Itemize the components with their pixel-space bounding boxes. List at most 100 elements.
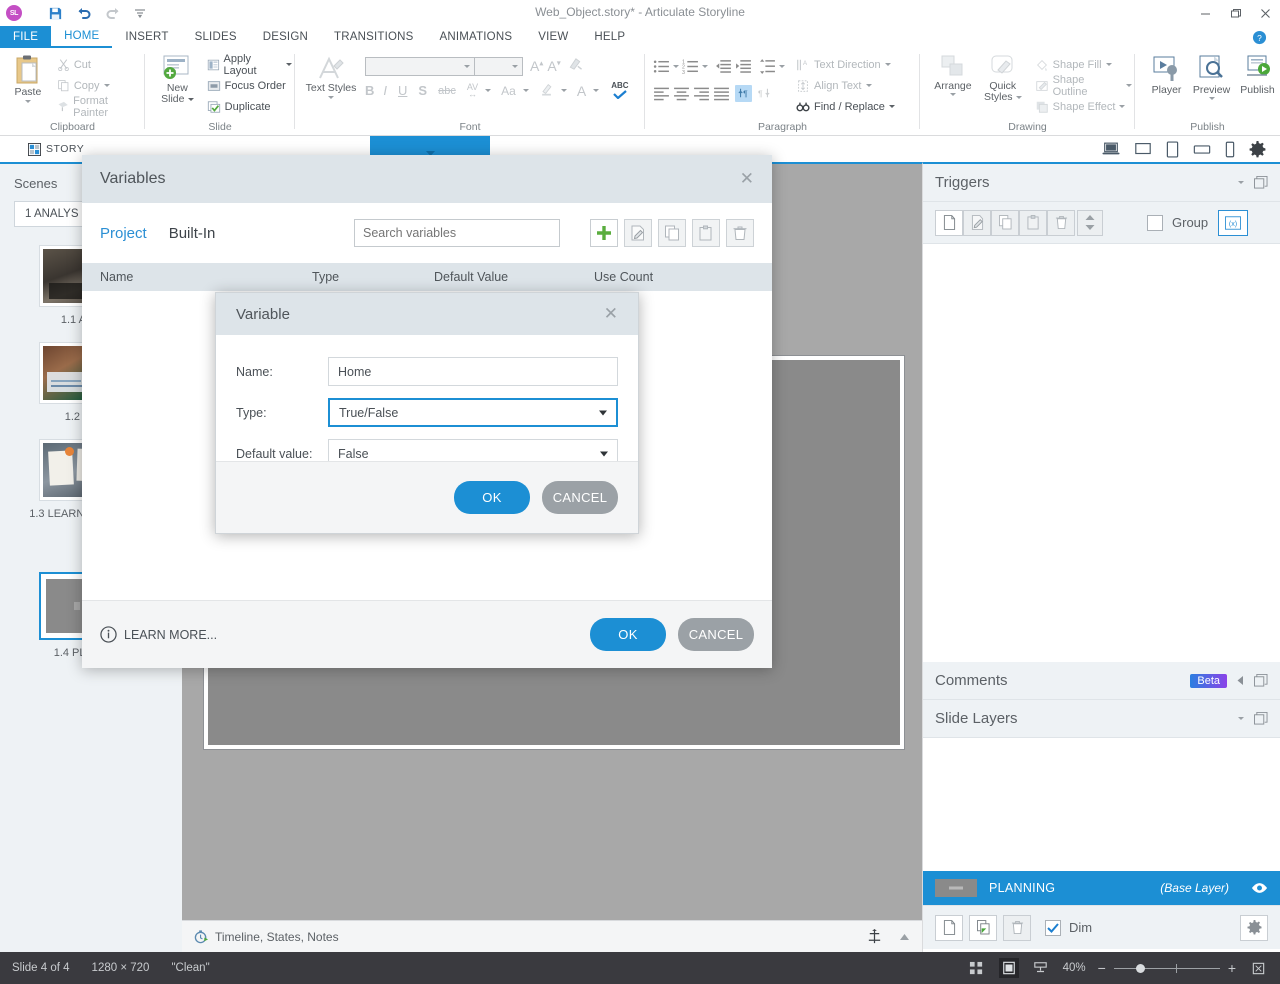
slide-layers-undock-icon[interactable] — [1254, 712, 1268, 725]
copy-chevron-down-icon[interactable] — [103, 84, 110, 87]
variable-dialog-close-icon[interactable]: ✕ — [604, 304, 618, 324]
shape-fill-chevron-down-icon[interactable] — [1105, 63, 1112, 66]
tablet-portrait-icon[interactable] — [1166, 140, 1179, 158]
apply-layout-chevron-down-icon[interactable] — [286, 63, 292, 66]
align-text-chevron-down-icon[interactable] — [865, 84, 872, 87]
restore-button[interactable] — [1220, 0, 1250, 26]
new-slide-chevron-down-icon[interactable] — [187, 98, 194, 101]
variables-cancel-button[interactable]: CANCEL — [678, 618, 754, 651]
align-center-icon[interactable] — [673, 85, 690, 102]
variable-name-input[interactable]: Home — [328, 357, 618, 386]
variable-ok-button[interactable]: OK — [454, 481, 530, 514]
text-styles-button[interactable]: Text Styles — [303, 52, 359, 99]
zoom-track[interactable] — [1113, 963, 1220, 973]
triggers-collapse-chevron-icon[interactable] — [1238, 181, 1244, 184]
font-name-combobox[interactable] — [365, 56, 475, 76]
format-painter-button[interactable]: Format Painter — [54, 95, 145, 119]
variable-type-chevron-down-icon[interactable] — [599, 410, 607, 415]
change-case-chevron-down-icon[interactable] — [522, 89, 529, 92]
dim-checkbox[interactable] — [1045, 919, 1061, 936]
variable-type-select[interactable]: True/False — [328, 398, 618, 427]
customize-qat-icon[interactable] — [134, 7, 146, 19]
align-left-icon[interactable] — [653, 85, 670, 102]
zoom-out-button[interactable]: − — [1098, 960, 1106, 976]
comments-expand-chevron-left-icon[interactable] — [1237, 676, 1244, 685]
slide-layers-list-empty[interactable] — [923, 738, 1280, 871]
comments-undock-icon[interactable] — [1254, 674, 1268, 687]
copy-button[interactable]: Copy — [54, 75, 145, 96]
decrease-font-size-icon[interactable]: A▾ — [547, 58, 560, 74]
line-spacing-chevron-down-icon[interactable] — [779, 64, 785, 68]
form-view-icon[interactable] — [1031, 958, 1051, 978]
shape-outline-button[interactable]: Shape Outline — [1032, 74, 1135, 98]
learn-more-link[interactable]: LEARN MORE... — [100, 626, 217, 643]
desktop-icon[interactable] — [1134, 142, 1152, 156]
phone-icon[interactable] — [1225, 141, 1235, 158]
tab-slides[interactable]: SLIDES — [182, 26, 250, 48]
delete-trigger-icon[interactable] — [1047, 209, 1075, 236]
cut-button[interactable]: Cut — [54, 54, 145, 75]
text-direction-chevron-down-icon[interactable] — [884, 63, 891, 66]
fit-to-window-icon[interactable] — [1248, 958, 1268, 978]
new-layer-icon[interactable] — [935, 914, 963, 941]
number-chevron-down-icon[interactable] — [702, 64, 708, 68]
paste-chevron-down-icon[interactable] — [24, 100, 31, 103]
tab-home[interactable]: HOME — [51, 26, 113, 48]
group-triggers-checkbox[interactable] — [1147, 214, 1163, 231]
tab-view[interactable]: VIEW — [525, 26, 581, 48]
arrange-chevron-down-icon[interactable] — [949, 93, 956, 96]
zoom-knob[interactable] — [1135, 963, 1145, 973]
copy-trigger-icon[interactable] — [991, 209, 1019, 236]
new-slide-button[interactable]: New Slide — [153, 52, 202, 105]
paste-trigger-icon[interactable] — [1019, 209, 1047, 236]
apply-layout-button[interactable]: Apply Layout — [204, 53, 295, 77]
shape-outline-chevron-down-icon[interactable] — [1126, 84, 1133, 87]
normal-view-icon[interactable] — [998, 958, 1019, 978]
increase-indent-icon[interactable] — [735, 58, 752, 75]
find-replace-button[interactable]: Find / Replace — [793, 96, 898, 117]
tab-transitions[interactable]: TRANSITIONS — [321, 26, 427, 48]
paste-button[interactable]: Paste — [6, 52, 50, 103]
tab-builtin-variables[interactable]: Built-In — [169, 225, 216, 242]
grid-view-icon[interactable] — [967, 958, 987, 978]
italic-button[interactable]: I — [383, 83, 387, 98]
gear-icon[interactable] — [1249, 140, 1266, 158]
close-button[interactable] — [1250, 0, 1280, 26]
font-size-chevron-down-icon[interactable] — [512, 64, 518, 68]
paste-variable-icon[interactable] — [692, 219, 720, 247]
save-icon[interactable] — [48, 6, 63, 21]
decrease-indent-icon[interactable] — [715, 58, 732, 75]
variables-icon[interactable]: (x) — [1218, 209, 1249, 236]
variable-cancel-button[interactable]: CANCEL — [542, 481, 618, 514]
edit-variable-icon[interactable] — [624, 219, 652, 247]
minimize-button[interactable] — [1190, 0, 1220, 26]
quick-styles-button[interactable]: Quick Styles — [978, 52, 1028, 103]
font-color-button[interactable]: A — [577, 83, 586, 99]
rtl-direction-icon[interactable]: ¶ — [755, 85, 772, 102]
font-size-combobox[interactable] — [475, 56, 523, 76]
tab-insert[interactable]: INSERT — [112, 26, 181, 48]
anchor-icon[interactable] — [866, 928, 883, 945]
publish-button[interactable]: Publish — [1235, 52, 1280, 96]
help-icon[interactable]: ? — [1248, 26, 1270, 48]
justify-icon[interactable] — [713, 85, 730, 102]
preview-chevron-down-icon[interactable] — [1208, 97, 1215, 100]
player-button[interactable]: Player — [1145, 52, 1188, 96]
layer-visibility-eye-icon[interactable] — [1251, 882, 1268, 894]
story-tab[interactable]: STORY — [28, 142, 84, 156]
align-text-button[interactable]: Align Text — [793, 75, 898, 96]
variables-dialog-close-icon[interactable]: ✕ — [740, 169, 754, 189]
search-input[interactable] — [363, 226, 551, 240]
arrange-button[interactable]: Arrange — [928, 52, 978, 96]
character-spacing-button[interactable]: AV ↔ — [467, 82, 478, 98]
slide-layers-collapse-chevron-icon[interactable] — [1238, 717, 1244, 720]
tab-help[interactable]: HELP — [581, 26, 638, 48]
numbered-list-icon[interactable]: 123 — [682, 58, 699, 75]
increase-font-size-icon[interactable]: A▴ — [530, 58, 543, 74]
spelling-check-button[interactable]: ABC — [611, 82, 629, 99]
font-color-chevron-down-icon[interactable] — [593, 89, 600, 92]
ltr-direction-icon[interactable]: ¶ — [735, 84, 752, 102]
undo-icon[interactable] — [76, 5, 92, 21]
laptop-icon[interactable] — [1102, 142, 1120, 156]
reorder-spinner-icon[interactable] — [1077, 209, 1103, 236]
